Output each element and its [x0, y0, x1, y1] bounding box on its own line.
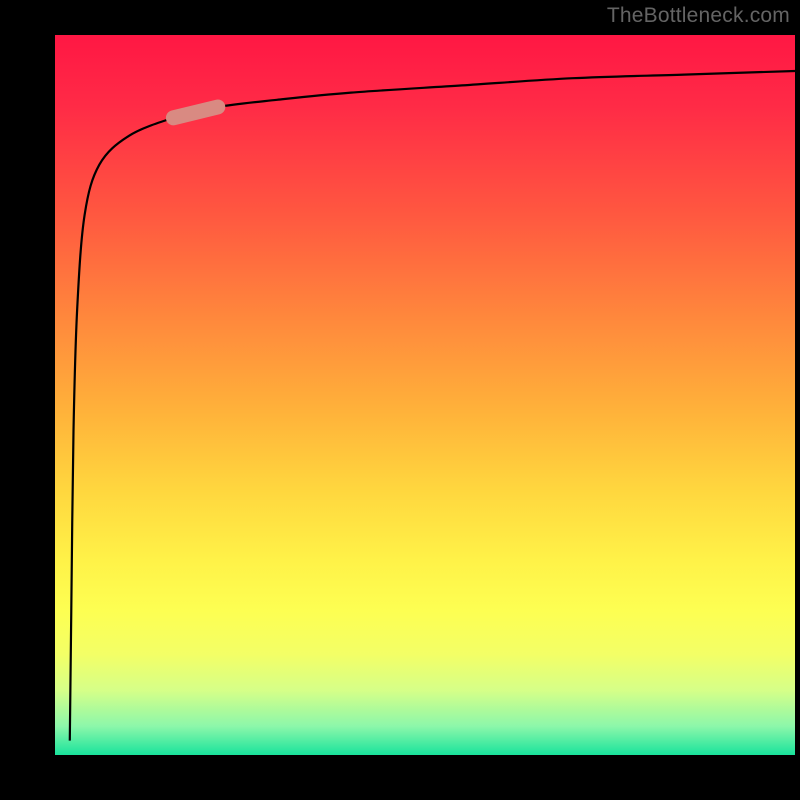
- chart-curve-layer: [55, 35, 795, 755]
- chart-highlight-segment: [173, 107, 217, 118]
- chart-curve: [70, 71, 795, 741]
- watermark-text: TheBottleneck.com: [607, 4, 790, 28]
